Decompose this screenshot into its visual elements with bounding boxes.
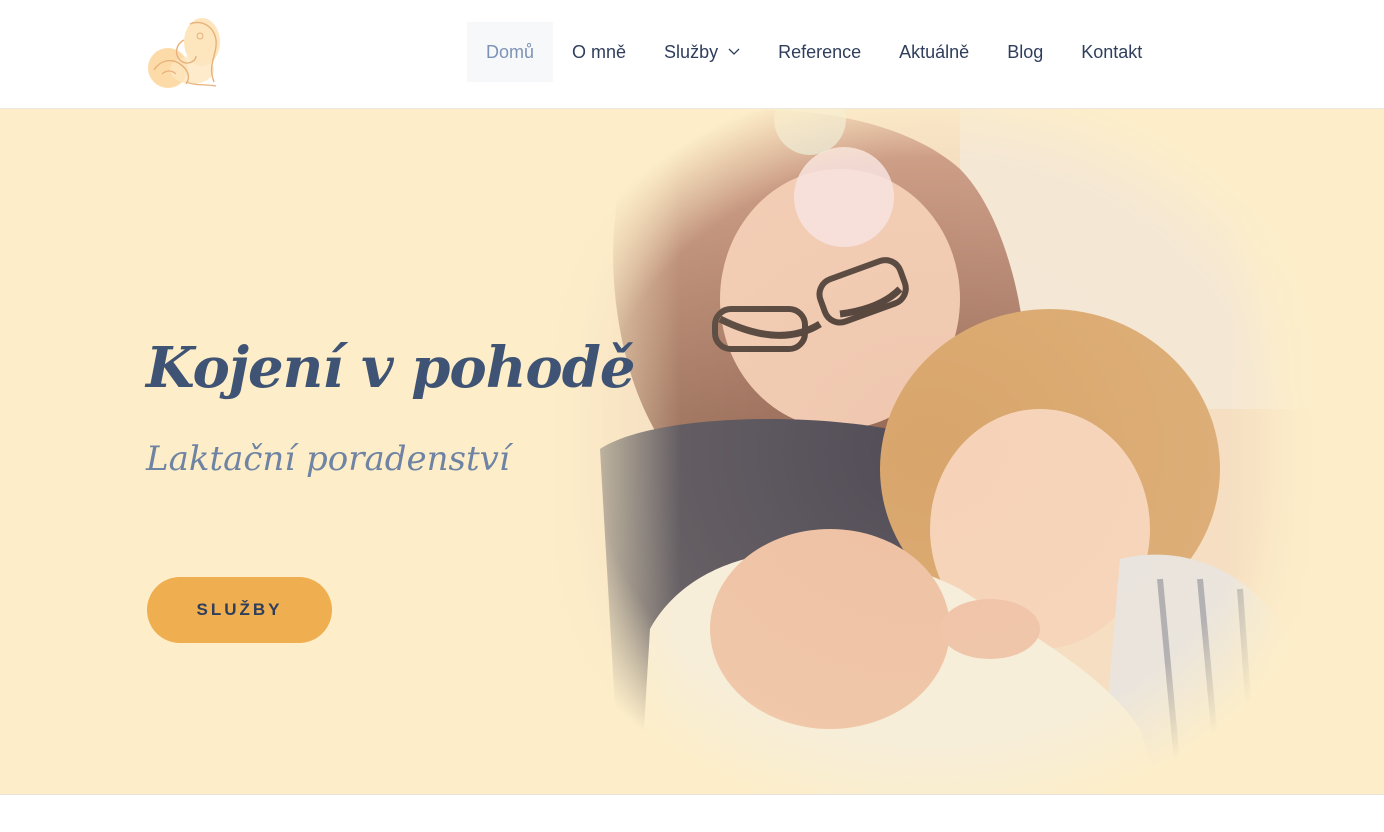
nav-item-sluzby[interactable]: Služby	[645, 22, 759, 82]
nav-label-kontakt: Kontakt	[1081, 41, 1143, 62]
nav-label-aktualne: Aktuálně	[899, 41, 970, 62]
nav-label-domu: Domů	[486, 41, 535, 62]
page-bottom-area	[0, 794, 1384, 832]
hero-title: Kojení v pohodě	[146, 335, 636, 401]
nav-item-o-mne[interactable]: O mně	[553, 22, 645, 82]
site-header: Domů O mně Služby Reference Aktuálně Blo…	[0, 0, 1384, 109]
main-navigation: Domů O mně Služby Reference Aktuálně Blo…	[467, 22, 1161, 82]
nav-item-reference[interactable]: Reference	[759, 22, 880, 82]
nav-item-blog[interactable]: Blog	[988, 22, 1062, 82]
hero-section: Kojení v pohodě Laktační poradenství SLU…	[0, 109, 1384, 794]
hero-photo-mother-children	[540, 109, 1320, 794]
nav-label-blog: Blog	[1007, 41, 1044, 62]
services-button[interactable]: SLUŽBY	[147, 577, 332, 643]
nav-label-o-mne: O mně	[572, 41, 627, 62]
nav-item-kontakt[interactable]: Kontakt	[1062, 22, 1161, 82]
site-logo[interactable]	[146, 12, 226, 94]
hero-subtitle: Laktační poradenství	[146, 439, 510, 479]
nav-label-sluzby: Služby	[664, 41, 719, 62]
mother-nursing-logo-icon	[148, 18, 220, 88]
nav-label-reference: Reference	[778, 41, 862, 62]
nav-item-domu[interactable]: Domů	[467, 22, 554, 82]
nav-item-aktualne[interactable]: Aktuálně	[880, 22, 988, 82]
chevron-down-icon	[728, 48, 740, 56]
